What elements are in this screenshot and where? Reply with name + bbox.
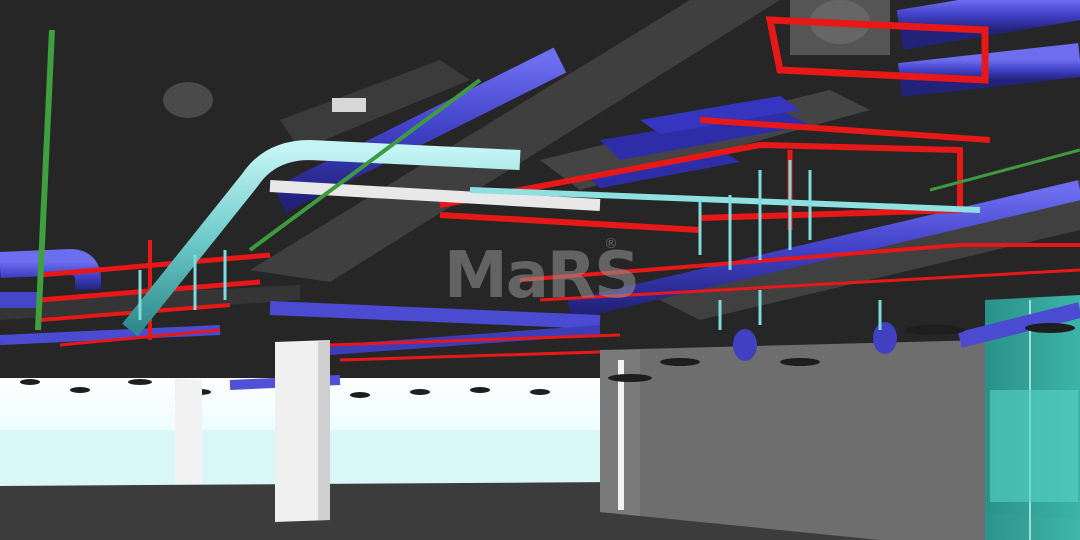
- bim-mep-render: MaRS ®: [0, 0, 1080, 540]
- mars-watermark: MaRS: [444, 239, 640, 313]
- column-far: [175, 378, 202, 484]
- ceiling-fixture-round: [163, 82, 213, 118]
- duct-drop-right: [733, 329, 757, 361]
- wall-light-strip: [618, 360, 624, 510]
- duct-drop-right-2: [873, 322, 897, 354]
- column-near-shadow: [318, 340, 330, 520]
- ceiling-fixture-block: [332, 98, 366, 112]
- right-wall: [600, 340, 985, 540]
- glass-reflection: [990, 390, 1078, 502]
- registered-mark: ®: [604, 236, 618, 252]
